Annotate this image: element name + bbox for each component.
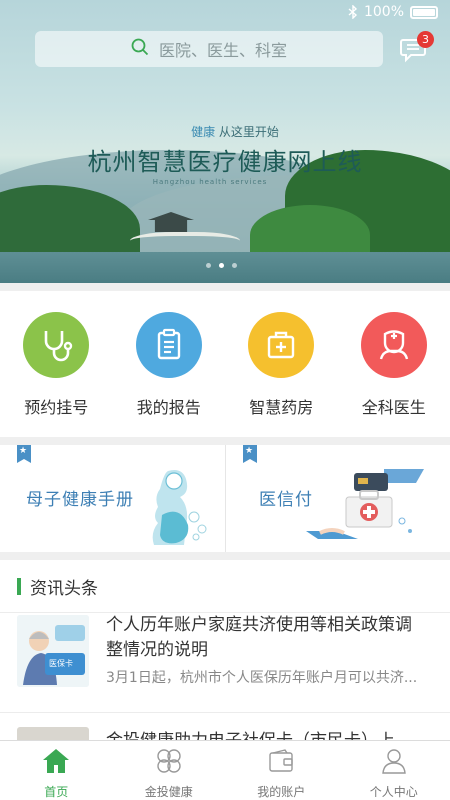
service-label: 我的报告 bbox=[136, 398, 201, 417]
promo-cards: 母子健康手册 医信付 bbox=[0, 445, 450, 552]
news-title: 个人历年账户家庭共济使用等相关政策调整情况的说明 bbox=[106, 615, 412, 660]
promo-title: 医信付 bbox=[259, 490, 313, 510]
search-placeholder: 医院、医生、科室 bbox=[158, 41, 287, 60]
battery-icon bbox=[410, 5, 438, 19]
news-section: 资讯头条 医保卡 个人历年账户家庭共济使用等相关政策调整情况的说明 3月1日起，… bbox=[0, 560, 450, 799]
bookmark-star-icon bbox=[17, 445, 31, 463]
banner-subtitle: Hangzhou health services bbox=[152, 178, 268, 186]
news-thumb-text: 医保卡 bbox=[49, 659, 73, 668]
stethoscope-icon bbox=[23, 312, 90, 378]
service-appointment[interactable]: 预约挂号 bbox=[0, 291, 113, 437]
banner-title: 杭州智慧医疗健康网上线 bbox=[87, 148, 363, 176]
news-header-title: 资讯头条 bbox=[30, 578, 98, 599]
tab-label: 金投健康 bbox=[144, 785, 193, 799]
pager-dot[interactable] bbox=[206, 263, 211, 268]
banner-caption: 健康 从这里开始 杭州智慧医疗健康网上线 Hangzhou health ser… bbox=[0, 123, 450, 186]
tab-label: 我的账户 bbox=[257, 785, 306, 799]
status-bar: 100% bbox=[0, 0, 450, 24]
home-icon bbox=[42, 748, 70, 778]
news-item[interactable]: 医保卡 个人历年账户家庭共济使用等相关政策调整情况的说明 3月1日起，杭州市个人… bbox=[0, 612, 450, 712]
bookmark-star-icon bbox=[243, 445, 257, 463]
message-icon bbox=[399, 39, 427, 67]
service-label: 智慧药房 bbox=[249, 398, 314, 417]
clipboard-icon bbox=[135, 312, 202, 378]
section-accent-bar bbox=[17, 577, 21, 595]
promo-title: 母子健康手册 bbox=[26, 490, 134, 510]
clover-icon bbox=[155, 748, 183, 778]
service-reports[interactable]: 我的报告 bbox=[113, 291, 226, 437]
doctor-icon bbox=[360, 312, 427, 378]
quick-services: 预约挂号 我的报告 智慧药房 全科医生 bbox=[0, 291, 450, 437]
tab-personal-center[interactable]: 个人中心 bbox=[338, 741, 450, 800]
tab-home[interactable]: 首页 bbox=[0, 741, 113, 800]
search-icon bbox=[131, 38, 149, 60]
tab-my-account[interactable]: 我的账户 bbox=[225, 741, 338, 800]
news-thumbnail: 医保卡 bbox=[17, 615, 89, 687]
tab-jintou-health[interactable]: 金投健康 bbox=[113, 741, 226, 800]
tab-label: 首页 bbox=[44, 785, 69, 799]
pager-dot[interactable] bbox=[232, 263, 237, 268]
promo-maternal-handbook[interactable]: 母子健康手册 bbox=[0, 445, 225, 552]
promo-medical-credit-pay[interactable]: 医信付 bbox=[225, 445, 450, 552]
tab-label: 个人中心 bbox=[369, 785, 418, 799]
pregnant-woman-illustration bbox=[138, 467, 214, 547]
banner-tagline: 健康 从这里开始 bbox=[20, 123, 450, 140]
banner-pager[interactable] bbox=[206, 263, 237, 268]
battery-percentage: 100% bbox=[363, 4, 404, 20]
bluetooth-icon bbox=[348, 5, 358, 19]
message-count-badge: 3 bbox=[417, 31, 434, 48]
service-general-doctor[interactable]: 全科医生 bbox=[338, 291, 450, 437]
medicine-box-icon bbox=[248, 312, 315, 378]
news-header: 资讯头条 bbox=[0, 560, 450, 612]
bottom-tab-bar: 首页 金投健康 我的账户 个人中心 bbox=[0, 740, 450, 800]
medical-kit-card-illustration bbox=[306, 459, 446, 549]
banner-tag-accent: 健康 bbox=[191, 125, 216, 139]
news-summary: 3月1日起，杭州市个人医保历年账户月可以共济... bbox=[106, 670, 418, 686]
wallet-icon bbox=[267, 748, 295, 778]
service-label: 预约挂号 bbox=[24, 398, 89, 417]
banner-bridge bbox=[130, 232, 240, 254]
pager-dot-active[interactable] bbox=[219, 263, 224, 268]
service-pharmacy[interactable]: 智慧药房 bbox=[225, 291, 338, 437]
search-input[interactable]: 医院、医生、科室 bbox=[35, 31, 383, 67]
service-label: 全科医生 bbox=[361, 398, 426, 417]
user-icon bbox=[380, 748, 408, 778]
banner-tag-rest: 从这里开始 bbox=[215, 125, 279, 139]
